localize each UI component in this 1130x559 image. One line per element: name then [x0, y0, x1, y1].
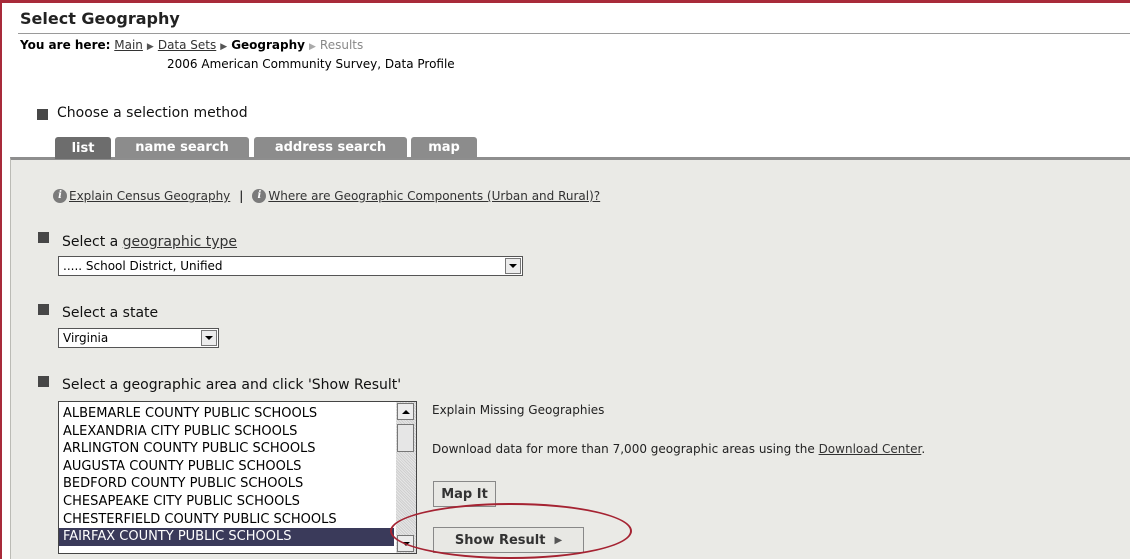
geographic-components-link[interactable]: Where are Geographic Components (Urban a… — [268, 189, 600, 203]
info-icon: i — [252, 189, 267, 203]
tab-list[interactable]: list — [55, 137, 111, 159]
help-links: i Explain Census Geography | i Where are… — [53, 189, 600, 203]
breadcrumb-arrow-icon: ▶ — [146, 42, 154, 52]
geo-type-label: Select a geographic type — [62, 234, 237, 250]
tab-address-search[interactable]: address search — [254, 137, 407, 158]
scroll-up-icon[interactable] — [397, 403, 414, 420]
breadcrumb-main-link[interactable]: Main — [114, 38, 143, 52]
breadcrumb-arrow-icon: ▶ — [220, 42, 228, 52]
breadcrumb-label: You are here: — [20, 38, 111, 52]
list-item[interactable]: AUGUSTA COUNTY PUBLIC SCHOOLS — [59, 458, 394, 476]
list-item[interactable]: ALBEMARLE COUNTY PUBLIC SCHOOLS — [59, 405, 394, 423]
state-label: Select a state — [62, 305, 159, 321]
section-bullet-icon — [37, 109, 48, 120]
breadcrumb: You are here: Main ▶ Data Sets ▶ Geography ▶ R… — [20, 38, 363, 52]
dataset-subtitle: 2006 American Community Survey, Data Pro… — [167, 57, 455, 71]
link-separator: | — [239, 189, 244, 203]
chevron-down-icon[interactable] — [201, 330, 217, 346]
breadcrumb-current: Geography — [231, 38, 305, 52]
download-note: Download data for more than 7,000 geogra… — [432, 442, 925, 456]
list-item-selected[interactable]: FAIRFAX COUNTY PUBLIC SCHOOLS — [59, 528, 394, 546]
breadcrumb-arrow-icon: ▶ — [308, 42, 316, 52]
area-label: Select a geographic area and click 'Show… — [62, 377, 402, 393]
list-item[interactable]: BEDFORD COUNTY PUBLIC SCHOOLS — [59, 475, 394, 493]
left-accent-rule — [0, 0, 2, 559]
tab-map[interactable]: map — [411, 137, 477, 158]
breadcrumb-datasets-link[interactable]: Data Sets — [158, 38, 216, 52]
list-item[interactable]: CHESTERFIELD COUNTY PUBLIC SCHOOLS — [59, 511, 394, 529]
section-bullet-icon — [38, 232, 49, 243]
explain-geography-link[interactable]: Explain Census Geography — [69, 189, 230, 203]
info-icon: i — [53, 189, 67, 203]
download-note-period: . — [921, 442, 926, 456]
scroll-thumb[interactable] — [397, 424, 414, 452]
geo-type-value: ..... School District, Unified — [63, 259, 223, 273]
download-center-link[interactable]: Download Center — [819, 442, 922, 456]
page-title: Select Geography — [20, 9, 180, 28]
geo-type-select[interactable]: ..... School District, Unified — [58, 256, 523, 276]
title-divider — [18, 33, 1130, 34]
chevron-down-icon[interactable] — [505, 258, 521, 274]
list-item[interactable]: ARLINGTON COUNTY PUBLIC SCHOOLS — [59, 440, 394, 458]
state-value: Virginia — [63, 331, 109, 345]
explain-missing-link[interactable]: Explain Missing Geographies — [432, 403, 604, 417]
list-item[interactable]: ALEXANDRIA CITY PUBLIC SCHOOLS — [59, 423, 394, 441]
selection-method-heading: Choose a selection method — [57, 105, 248, 121]
highlight-circle — [390, 503, 632, 559]
geo-type-label-prefix: Select a — [62, 234, 119, 250]
list-item[interactable]: CHESAPEAKE CITY PUBLIC SCHOOLS — [59, 493, 394, 511]
tab-name-search[interactable]: name search — [115, 137, 249, 158]
breadcrumb-next: Results — [319, 38, 364, 52]
download-note-text: Download data for more than 7,000 geogra… — [432, 442, 815, 456]
top-accent-rule — [0, 0, 1130, 3]
state-select[interactable]: Virginia — [58, 328, 219, 348]
geographic-area-listbox[interactable]: ALBEMARLE COUNTY PUBLIC SCHOOLS ALEXANDR… — [58, 401, 417, 554]
section-bullet-icon — [38, 304, 49, 315]
section-bullet-icon — [38, 376, 49, 387]
area-list: ALBEMARLE COUNTY PUBLIC SCHOOLS ALEXANDR… — [59, 405, 394, 546]
geographic-type-link[interactable]: geographic type — [123, 234, 237, 250]
